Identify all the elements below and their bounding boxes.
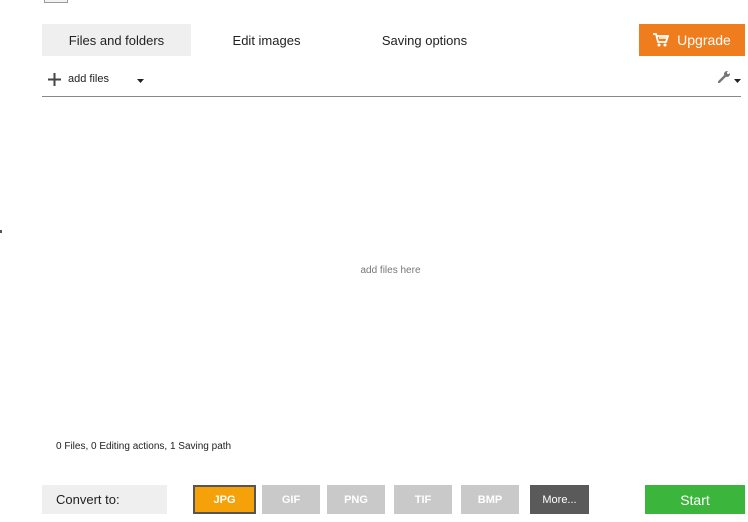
format-png-button[interactable]: PNG: [327, 485, 385, 514]
format-tif-button[interactable]: TIF: [394, 485, 452, 514]
add-files-button[interactable]: add files: [48, 69, 109, 89]
status-summary: 0 Files, 0 Editing actions, 1 Saving pat…: [56, 441, 232, 452]
app-window: Files and folders Edit images Saving opt…: [0, 0, 748, 522]
more-formats-button[interactable]: More...: [530, 485, 589, 514]
caret-down-icon: [734, 70, 741, 88]
drop-zone-hint: add files here: [360, 265, 421, 276]
tab-edit-images[interactable]: Edit images: [191, 24, 342, 56]
file-toolbar: add files: [42, 66, 741, 92]
settings-menu-button[interactable]: [711, 69, 741, 89]
format-bmp-button[interactable]: BMP: [461, 485, 519, 514]
format-gif-button[interactable]: GIF: [262, 485, 320, 514]
upgrade-button[interactable]: Upgrade: [639, 24, 745, 56]
tab-bar: Files and folders Edit images Saving opt…: [42, 24, 507, 56]
format-jpg-button[interactable]: JPG: [193, 485, 256, 514]
plus-icon: [48, 72, 68, 86]
cart-icon: [653, 33, 670, 47]
convert-to-label: Convert to:: [42, 485, 167, 514]
wrench-icon: [717, 70, 731, 88]
add-files-label: add files: [68, 73, 109, 85]
file-drop-zone[interactable]: add files here: [42, 97, 741, 427]
tab-saving-options[interactable]: Saving options: [342, 24, 507, 56]
add-files-dropdown[interactable]: [132, 69, 148, 89]
start-button[interactable]: Start: [645, 485, 745, 514]
upgrade-label: Upgrade: [677, 32, 731, 48]
window-control-stub[interactable]: [44, 0, 68, 3]
edge-marker: [0, 230, 2, 233]
caret-down-icon: [136, 70, 144, 88]
tab-files-and-folders[interactable]: Files and folders: [42, 24, 191, 56]
